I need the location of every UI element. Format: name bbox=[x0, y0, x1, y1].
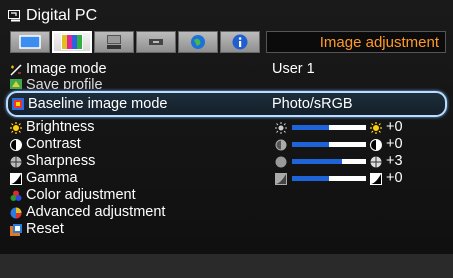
network-icon bbox=[191, 35, 205, 49]
menu-item-gamma[interactable]: Gamma +0 bbox=[6, 170, 447, 187]
color-adjustment-icon bbox=[10, 190, 22, 201]
reset-icon bbox=[10, 223, 22, 236]
sharpness-low-icon bbox=[275, 156, 287, 167]
tab-info[interactable] bbox=[220, 31, 260, 53]
advanced-adjustment-label: Advanced adjustment bbox=[26, 204, 166, 220]
baseline-image-mode-icon bbox=[12, 98, 24, 110]
gamma-low-icon bbox=[275, 172, 287, 185]
contrast-fill bbox=[292, 142, 329, 147]
menu-list: Image mode User 1 Save profile Baseline … bbox=[6, 61, 447, 238]
menu-item-baseline-image-mode[interactable]: Baseline image mode Photo/sRGB bbox=[6, 91, 447, 117]
screen-icon bbox=[19, 35, 41, 49]
input-source-icon bbox=[8, 10, 20, 22]
brightness-icon bbox=[10, 121, 22, 134]
baseline-image-mode-label: Baseline image mode bbox=[28, 95, 168, 112]
advanced-adjustment-icon bbox=[10, 207, 22, 218]
sharpness-value: +3 bbox=[386, 153, 403, 169]
sharpness-fill bbox=[292, 159, 343, 164]
reset-label: Reset bbox=[26, 221, 64, 237]
brightness-high-icon bbox=[370, 121, 382, 134]
contrast-track bbox=[292, 142, 366, 147]
gamma-high-icon bbox=[370, 172, 382, 185]
baseline-image-mode-value: Photo/sRGB bbox=[272, 95, 353, 112]
image-mode-label: Image mode bbox=[26, 61, 107, 77]
tab-screen[interactable] bbox=[10, 31, 50, 53]
tab-installation[interactable] bbox=[94, 31, 134, 53]
installation-icon bbox=[107, 35, 121, 49]
sharpness-track bbox=[292, 159, 366, 164]
menu-item-sharpness[interactable]: Sharpness +3 bbox=[6, 153, 447, 170]
image-mode-value: User 1 bbox=[272, 61, 315, 77]
contrast-label: Contrast bbox=[26, 136, 81, 152]
gamma-value: +0 bbox=[386, 170, 403, 186]
input-icon bbox=[149, 39, 163, 45]
menu-item-advanced-adjustment[interactable]: Advanced adjustment bbox=[6, 204, 447, 221]
contrast-high-icon bbox=[370, 138, 382, 151]
sharpness-high-icon bbox=[370, 156, 382, 167]
osd-menu-screen: Digital PC Image adjustment Image mode U… bbox=[0, 0, 453, 278]
menu-item-contrast[interactable]: Contrast +0 bbox=[6, 136, 447, 153]
color-bars-icon bbox=[61, 34, 83, 50]
contrast-low-icon bbox=[275, 139, 287, 150]
gamma-track bbox=[292, 176, 366, 181]
tab-input[interactable] bbox=[136, 31, 176, 53]
info-icon bbox=[232, 34, 248, 50]
gamma-fill bbox=[292, 176, 329, 181]
brightness-track bbox=[292, 125, 366, 130]
menu-item-reset[interactable]: Reset bbox=[6, 221, 447, 238]
menu-item-brightness[interactable]: Brightness +0 bbox=[6, 119, 447, 136]
contrast-icon bbox=[10, 138, 22, 151]
sharpness-slider[interactable]: +3 bbox=[274, 153, 444, 170]
menu-tab-bar: Image adjustment bbox=[10, 31, 446, 53]
brightness-fill bbox=[292, 125, 329, 130]
gamma-label: Gamma bbox=[26, 170, 78, 186]
sharpness-label: Sharpness bbox=[26, 153, 96, 169]
contrast-slider[interactable]: +0 bbox=[274, 136, 444, 153]
tab-image-adjustment[interactable] bbox=[52, 31, 92, 53]
gamma-icon bbox=[10, 172, 22, 185]
title-bar: Digital PC bbox=[8, 6, 97, 26]
brightness-label: Brightness bbox=[26, 119, 95, 135]
page-title: Digital PC bbox=[26, 7, 98, 24]
gamma-slider[interactable]: +0 bbox=[274, 170, 444, 187]
menu-item-save-profile[interactable]: Save profile bbox=[6, 78, 447, 89]
image-mode-icon bbox=[10, 63, 22, 76]
save-profile-icon bbox=[10, 79, 22, 89]
contrast-value: +0 bbox=[386, 136, 403, 152]
tab-network[interactable] bbox=[178, 31, 218, 53]
save-profile-label: Save profile bbox=[26, 78, 103, 89]
brightness-low-icon bbox=[275, 121, 287, 134]
menu-item-color-adjustment[interactable]: Color adjustment bbox=[6, 187, 447, 204]
brightness-value: +0 bbox=[386, 119, 403, 135]
footer-bar bbox=[0, 254, 453, 278]
sharpness-icon bbox=[10, 156, 22, 167]
color-adjustment-label: Color adjustment bbox=[26, 187, 136, 203]
brightness-slider[interactable]: +0 bbox=[274, 119, 444, 136]
current-menu-label: Image adjustment bbox=[266, 31, 446, 53]
menu-item-image-mode[interactable]: Image mode User 1 bbox=[6, 61, 447, 78]
